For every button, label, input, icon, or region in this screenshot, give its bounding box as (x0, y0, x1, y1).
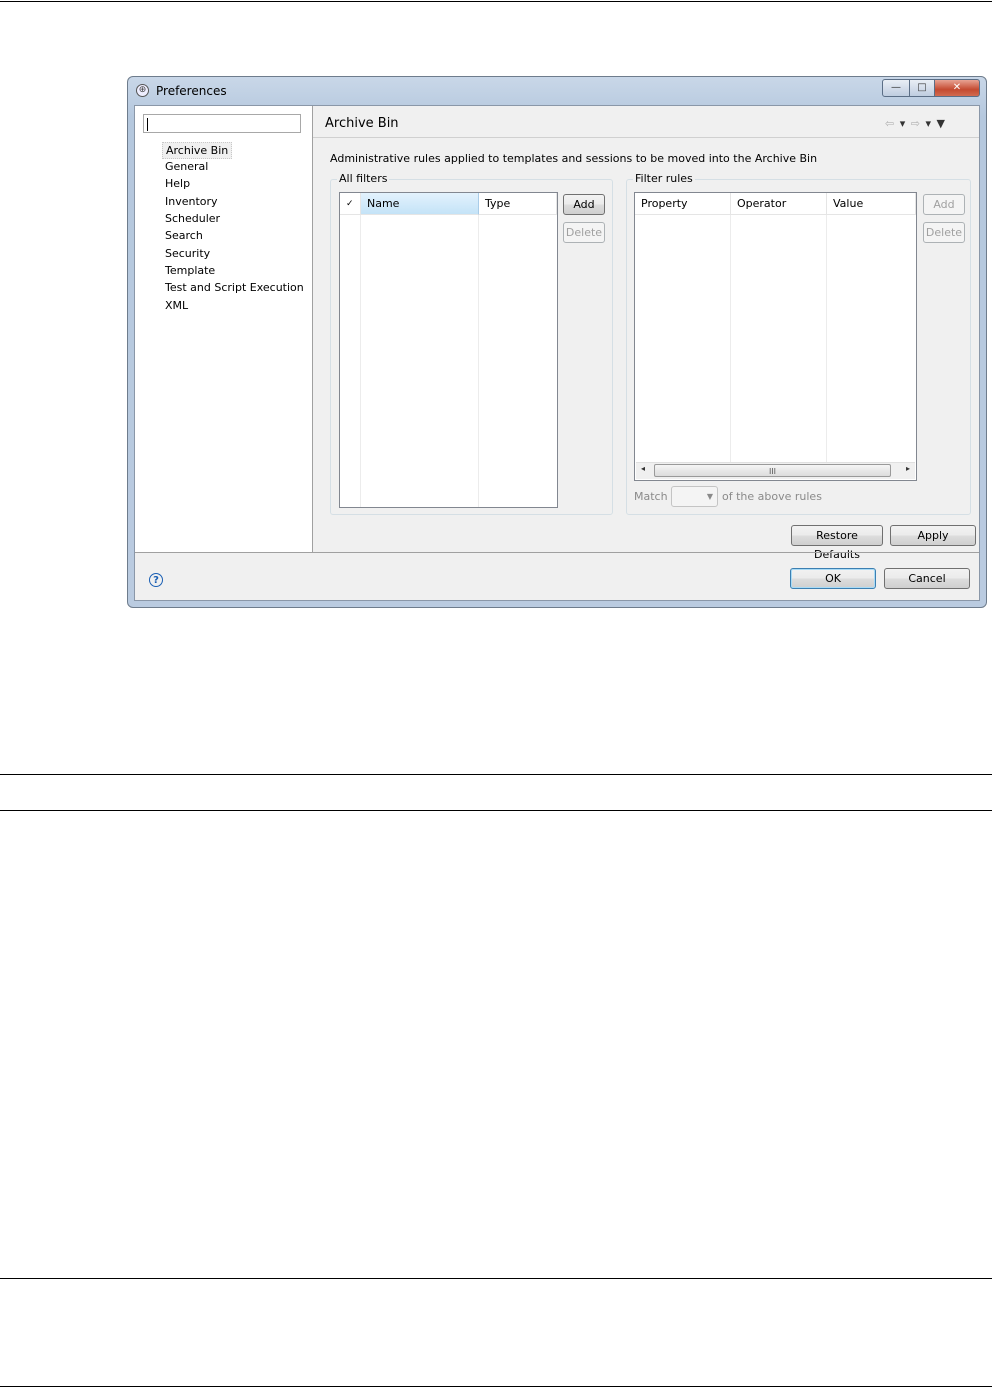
text-cursor (147, 117, 148, 131)
all-filters-group: All filters ✓ Name Type Add Delete (330, 172, 613, 515)
cancel-button[interactable]: Cancel (884, 568, 970, 589)
filter-rules-label: Filter rules (633, 172, 695, 185)
add-rule-button[interactable]: Add (923, 194, 965, 215)
column-divider (478, 215, 479, 507)
value-column-header[interactable]: Value (827, 193, 916, 215)
tree-item-template[interactable]: Template (162, 263, 218, 278)
tree-item-inventory[interactable]: Inventory (162, 194, 221, 209)
apply-button[interactable]: Apply (890, 525, 976, 546)
tree-item-archive-bin[interactable]: Archive Bin (162, 142, 233, 159)
title-separator (313, 137, 979, 138)
tree-item-test-and-script-execution[interactable]: Test and Script Execution (162, 280, 307, 295)
column-divider (730, 215, 731, 463)
back-history-dropdown-icon[interactable]: ▾ (900, 117, 907, 130)
preference-tree: Archive Bin General Help Inventory Sched… (135, 106, 313, 552)
scroll-thumb[interactable]: III (654, 464, 891, 477)
preferences-window: ⊕ Preferences — □ ✕ Archive Bin General … (127, 76, 987, 608)
help-icon[interactable]: ? (149, 573, 163, 587)
globe-icon: ⊕ (136, 84, 149, 97)
ok-button[interactable]: OK (790, 568, 876, 589)
tree-item-help[interactable]: Help (162, 176, 193, 191)
window-title: Preferences (156, 84, 227, 98)
scroll-right-arrow-icon[interactable]: ▸ (906, 464, 910, 473)
check-column-header[interactable]: ✓ (340, 193, 361, 215)
tree-item-xml[interactable]: XML (162, 298, 191, 313)
match-combo[interactable]: ▼ (671, 486, 718, 507)
view-menu-icon[interactable]: ▼ (937, 117, 946, 130)
forward-history-dropdown-icon[interactable]: ▾ (925, 117, 932, 130)
horizontal-scrollbar[interactable]: ◂ III ▸ (636, 462, 915, 479)
tree-item-general[interactable]: General (162, 159, 211, 174)
delete-filter-button[interactable]: Delete (563, 222, 605, 243)
name-column-header[interactable]: Name (361, 193, 479, 215)
combo-arrow-icon: ▼ (706, 492, 713, 501)
back-arrow-icon[interactable]: ⇦ (885, 117, 895, 130)
separator-rule (0, 774, 992, 775)
operator-column-header[interactable]: Operator (731, 193, 827, 215)
dialog-client: Archive Bin General Help Inventory Sched… (134, 105, 980, 601)
property-column-header[interactable]: Property (635, 193, 731, 215)
restore-defaults-button[interactable]: Restore Defaults (791, 525, 883, 561)
forward-arrow-icon[interactable]: ⇨ (911, 117, 921, 130)
match-label: Match (634, 490, 668, 503)
filter-input[interactable] (143, 114, 301, 133)
tree-item-security[interactable]: Security (162, 246, 213, 261)
page-bottom-rule (0, 1386, 992, 1387)
minimize-button[interactable]: — (882, 79, 910, 97)
preference-page: Archive Bin ⇦ ▾ ⇨ ▾ ▼ Administrative rul… (313, 106, 979, 561)
all-filters-label: All filters (337, 172, 390, 185)
tree-item-scheduler[interactable]: Scheduler (162, 211, 223, 226)
column-divider (826, 215, 827, 463)
delete-rule-button[interactable]: Delete (923, 222, 965, 243)
all-filters-table[interactable]: ✓ Name Type (339, 192, 558, 508)
maximize-button[interactable]: □ (909, 79, 935, 97)
match-suffix-label: of the above rules (722, 490, 822, 503)
tree-item-search[interactable]: Search (162, 228, 206, 243)
page-top-rule (0, 1, 992, 2)
page-title: Archive Bin (325, 116, 399, 131)
add-filter-button[interactable]: Add (563, 194, 605, 215)
separator-rule (0, 810, 992, 811)
page-navigation: ⇦ ▾ ⇨ ▾ ▼ (885, 117, 946, 130)
type-column-header[interactable]: Type (479, 193, 557, 215)
separator-rule (0, 1278, 992, 1279)
close-button[interactable]: ✕ (934, 79, 980, 97)
page-description: Administrative rules applied to template… (330, 152, 818, 165)
column-divider (360, 215, 361, 507)
filter-rules-table[interactable]: Property Operator Value ◂ III ▸ (634, 192, 917, 481)
button-bar-separator (135, 552, 979, 553)
scroll-left-arrow-icon[interactable]: ◂ (641, 464, 645, 473)
filter-rules-group: Filter rules Property Operator Value ◂ I… (626, 172, 971, 515)
title-bar[interactable]: ⊕ Preferences — □ ✕ (128, 77, 986, 105)
